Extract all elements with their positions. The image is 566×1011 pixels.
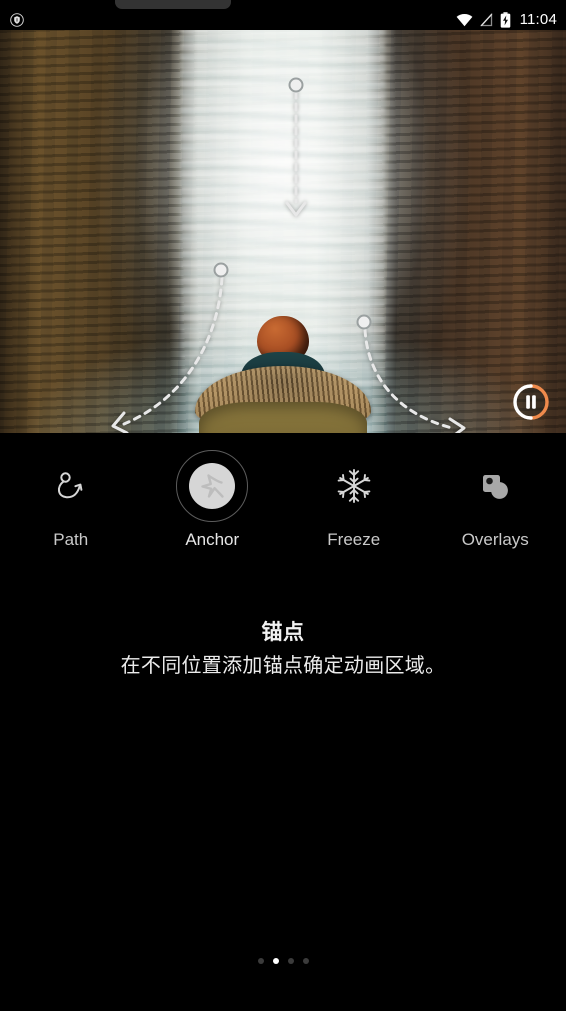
figure-coat (199, 402, 367, 433)
status-bar-clock: 11:04 (519, 11, 557, 28)
status-bar: 11:04 (0, 9, 566, 30)
display-notch (115, 0, 231, 9)
page-indicator (0, 958, 566, 964)
battery-charging-icon (500, 11, 511, 28)
tool-anchor[interactable]: Anchor (142, 450, 284, 549)
status-bar-right: 11:04 (456, 11, 566, 28)
tool-label-anchor: Anchor (185, 530, 240, 549)
tool-description-body: 在不同位置添加锚点确定动画区域。 (120, 655, 446, 678)
tool-label-path: Path (53, 530, 89, 549)
page-dot-2[interactable] (272, 958, 279, 964)
shield-badge-icon (10, 12, 24, 27)
tool-freeze[interactable]: Freeze (283, 455, 425, 548)
pause-button[interactable] (512, 383, 550, 421)
page-dot-4[interactable] (302, 958, 309, 964)
tool-label-freeze: Freeze (327, 530, 381, 549)
notch-bar (0, 0, 566, 9)
page-dot-3[interactable] (287, 958, 294, 964)
preview-image (0, 30, 566, 433)
anchor-pin-icon (176, 450, 249, 522)
tool-strip: Path Anchor Freeze Overlays (0, 450, 566, 575)
wifi-icon (456, 13, 473, 27)
snowflake-icon (323, 455, 385, 517)
tool-overlays[interactable]: Overlays (425, 455, 566, 548)
page-dot-1[interactable] (257, 958, 264, 964)
tool-description: 锚点 在不同位置添加锚点确定动画区域。 (0, 620, 566, 679)
no-signal-icon (479, 12, 493, 27)
status-bar-left (0, 12, 24, 27)
shapes-overlay-icon (464, 455, 526, 517)
tool-label-overlays: Overlays (461, 530, 529, 549)
photo-preview[interactable] (0, 30, 566, 433)
person-figure (0, 30, 566, 433)
tool-description-title: 锚点 (261, 621, 305, 644)
tool-path[interactable]: Path (0, 455, 142, 548)
app-screen: 11:04 Path Anchor Freeze Overlays 锚点 在不同… (0, 0, 566, 1011)
curved-arrow-path-icon (40, 455, 102, 517)
tool-selection-ring (176, 450, 249, 522)
